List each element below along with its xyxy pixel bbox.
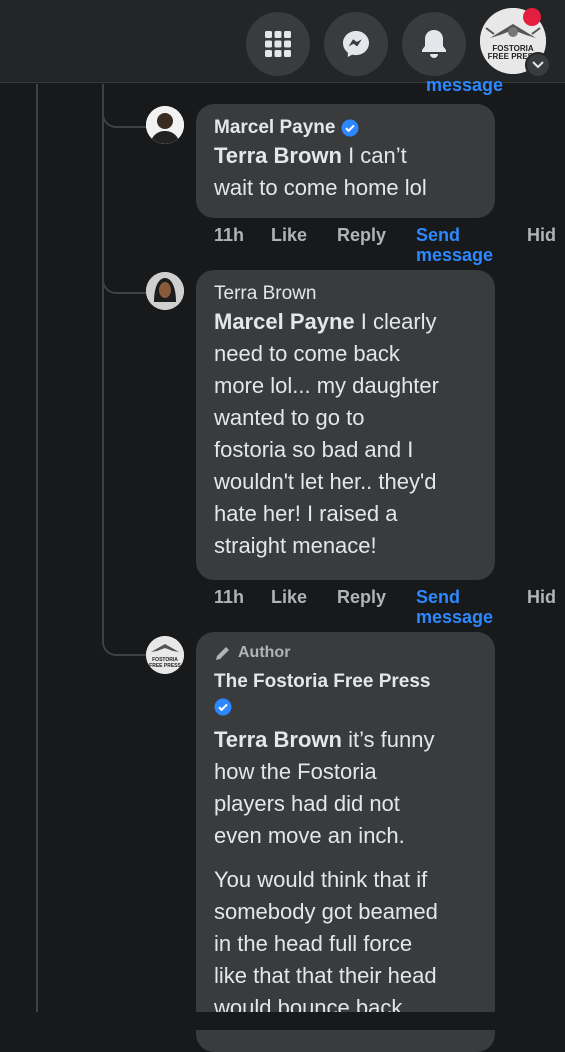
comment-text: Marcel Payne I clearly need to come back… xyxy=(214,309,439,558)
menu-grid-icon xyxy=(265,31,291,57)
send-message-link-cut[interactable]: message xyxy=(426,77,503,97)
comment-text-paragraph-2: You would think that if somebody got bea… xyxy=(214,867,438,1020)
mention-link[interactable]: Terra Brown xyxy=(214,143,342,168)
account-menu-button[interactable] xyxy=(525,52,551,78)
thread-elbow-3 xyxy=(102,612,146,656)
comment-text: Terra Brown it’s funny how the Fostoria … xyxy=(214,727,435,848)
reply-button[interactable]: Reply xyxy=(337,225,386,246)
comment-author[interactable]: The Fostoria Free Press xyxy=(214,670,477,718)
thread-elbow-2 xyxy=(102,250,146,294)
avatar-fostoria-free-press[interactable]: FOSTORIA FREE PRESS xyxy=(146,636,184,674)
thread-elbow-1 xyxy=(102,84,146,128)
svg-text:FREE PRESS: FREE PRESS xyxy=(149,663,181,669)
verified-badge-icon xyxy=(341,119,359,137)
mention-link[interactable]: Marcel Payne xyxy=(214,309,355,334)
comment-bubble: Marcel Payne Terra Brown I can’t wait to… xyxy=(196,104,495,218)
send-message-link[interactable]: Send message xyxy=(416,225,493,265)
person-avatar-icon xyxy=(146,272,184,310)
thread-line-outer xyxy=(36,84,38,1010)
pencil-icon xyxy=(216,647,229,660)
messenger-button[interactable] xyxy=(324,12,388,76)
avatar-terra-brown[interactable] xyxy=(146,272,184,310)
send-message-link[interactable]: Send message xyxy=(416,587,493,627)
verified-badge-icon xyxy=(214,698,232,716)
like-button[interactable]: Like xyxy=(271,587,307,608)
thread-line-outer-bottom xyxy=(36,1010,38,1012)
fostoria-logo-icon: FOSTORIA FREE PRESS xyxy=(146,636,184,674)
thread-line-inner xyxy=(102,84,104,644)
comment-timestamp[interactable]: 11h xyxy=(214,225,244,246)
person-avatar-icon xyxy=(146,106,184,144)
avatar-marcel-payne[interactable] xyxy=(146,106,184,144)
notifications-button[interactable] xyxy=(402,12,466,76)
mention-link[interactable]: Terra Brown xyxy=(214,727,342,752)
bell-icon xyxy=(422,30,446,58)
author-badge: Author xyxy=(214,644,477,662)
notification-dot xyxy=(523,8,541,26)
like-button[interactable]: Like xyxy=(271,225,307,246)
comment-author[interactable]: Marcel Payne xyxy=(214,116,477,140)
hide-button[interactable]: Hid xyxy=(527,225,556,246)
reply-button[interactable]: Reply xyxy=(337,587,386,608)
comment-author[interactable]: Terra Brown xyxy=(214,282,477,306)
comment-bubble: Terra Brown Marcel Payne I clearly need … xyxy=(196,270,495,580)
chevron-down-icon xyxy=(532,61,544,69)
comment-timestamp[interactable]: 11h xyxy=(214,587,244,608)
top-bar: FOSTORIA FREE PRESS xyxy=(0,0,565,83)
menu-button[interactable] xyxy=(246,12,310,76)
comment-bubble: Author The Fostoria Free Press Terra Bro… xyxy=(196,632,495,1052)
bottom-edge xyxy=(0,1012,565,1030)
messenger-icon xyxy=(343,31,369,57)
hide-button[interactable]: Hid xyxy=(527,587,556,608)
comment-text: Terra Brown I can’t wait to come home lo… xyxy=(214,143,427,200)
